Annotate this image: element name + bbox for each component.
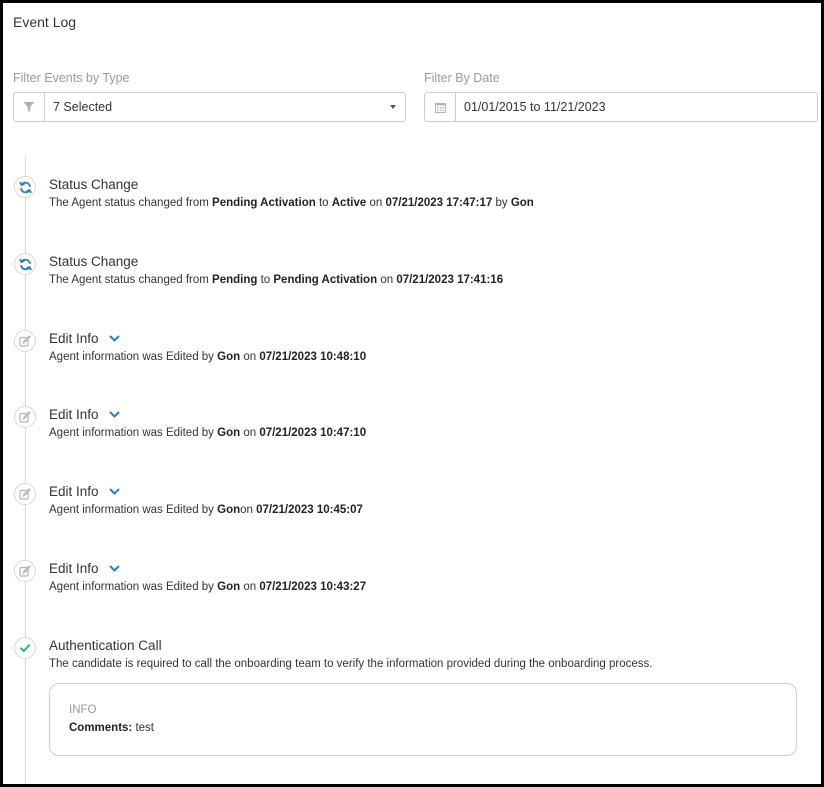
event-title[interactable]: Edit Info bbox=[49, 407, 120, 422]
sync-icon bbox=[14, 253, 36, 275]
type-filter-label: Filter Events by Type bbox=[13, 71, 130, 85]
event-description-part: 07/21/2023 10:48:10 bbox=[259, 351, 367, 363]
event-description: Agent information was Edited by Gonon 07… bbox=[49, 504, 363, 516]
event-description-part: 07/21/2023 10:43:27 bbox=[259, 581, 367, 593]
event-description: The Agent status changed from Pending to… bbox=[49, 274, 503, 286]
calendar-icon bbox=[425, 93, 456, 121]
event-description-part: Agent information was Edited by bbox=[49, 581, 218, 593]
event-title-text: Edit Info bbox=[49, 331, 99, 346]
event-description-part: Pending Activation bbox=[273, 274, 378, 286]
event-description-part: on bbox=[240, 351, 260, 363]
event-description-part: The Agent status changed from bbox=[49, 197, 213, 209]
event-title-text: Status Change bbox=[49, 254, 139, 269]
timeline-line bbox=[25, 156, 26, 784]
event-description-part: Agent information was Edited by bbox=[49, 351, 218, 363]
event-description-part: 07/21/2023 17:41:16 bbox=[396, 274, 504, 286]
event-description-part: on bbox=[366, 197, 386, 209]
info-comment: Comments: test bbox=[69, 722, 154, 734]
chevron-down-icon[interactable] bbox=[109, 411, 120, 419]
event-title-text: Edit Info bbox=[49, 407, 99, 422]
event-description-part: Gon bbox=[217, 581, 241, 593]
event-description-part: 07/21/2023 17:47:17 bbox=[385, 197, 493, 209]
edit-icon bbox=[14, 330, 36, 352]
event-description-part: 07/21/2023 10:45:07 bbox=[256, 504, 363, 516]
event-description-part: Gon bbox=[217, 427, 241, 439]
comment-value: test bbox=[132, 722, 154, 734]
event-description-part: Pending bbox=[212, 274, 258, 286]
event-title: Status Change bbox=[49, 254, 138, 269]
event-description: The Agent status changed from Pending Ac… bbox=[49, 197, 534, 209]
event-description-part: Agent information was Edited by bbox=[49, 427, 218, 439]
chevron-down-icon[interactable] bbox=[109, 565, 120, 573]
event-title-text: Edit Info bbox=[49, 484, 99, 499]
event-log-panel: Event Log Filter Events by Type 7 Select… bbox=[0, 0, 824, 787]
event-description-part: Active bbox=[331, 197, 367, 209]
event-title[interactable]: Edit Info bbox=[49, 331, 120, 346]
caret-down-icon bbox=[390, 105, 396, 109]
event-title-text: Edit Info bbox=[49, 561, 99, 576]
date-filter-label: Filter By Date bbox=[424, 71, 500, 85]
event-description-part: to bbox=[315, 197, 332, 209]
info-heading: INFO bbox=[69, 704, 97, 716]
filter-icon bbox=[14, 93, 45, 121]
edit-icon bbox=[14, 483, 36, 505]
type-filter-value: 7 Selected bbox=[53, 100, 113, 114]
event-description-part: Agent information was Edited by bbox=[49, 504, 218, 516]
event-description-part: Gon bbox=[510, 197, 534, 209]
event-description-part: 07/21/2023 10:47:10 bbox=[259, 427, 367, 439]
event-description-part: Gon bbox=[217, 504, 241, 516]
event-description-part: Pending Activation bbox=[212, 197, 316, 209]
event-description: The candidate is required to call the on… bbox=[49, 658, 652, 670]
event-description-part: by bbox=[492, 197, 511, 209]
event-description-part: to bbox=[257, 274, 274, 286]
event-description: Agent information was Edited by Gon on 0… bbox=[49, 427, 366, 439]
event-description-part: Gon bbox=[217, 351, 241, 363]
event-description-part: The Agent status changed from bbox=[49, 274, 213, 286]
event-description-part: on bbox=[240, 504, 257, 516]
sync-icon bbox=[14, 176, 36, 198]
check-icon bbox=[14, 637, 36, 659]
event-title-text: Authentication Call bbox=[49, 638, 162, 653]
event-title-text: Status Change bbox=[49, 177, 139, 192]
comment-label: Comments: bbox=[69, 722, 133, 734]
page-title: Event Log bbox=[13, 14, 77, 30]
event-title: Authentication Call bbox=[49, 638, 162, 653]
event-description-part: on bbox=[377, 274, 397, 286]
event-description: Agent information was Edited by Gon on 0… bbox=[49, 581, 366, 593]
event-description-part: The candidate is required to call the on… bbox=[49, 658, 653, 670]
event-description-part: on bbox=[240, 427, 260, 439]
type-filter-dropdown[interactable]: 7 Selected bbox=[13, 92, 406, 122]
edit-icon bbox=[14, 560, 36, 582]
event-description-part: on bbox=[240, 581, 260, 593]
event-description: Agent information was Edited by Gon on 0… bbox=[49, 351, 366, 363]
event-title[interactable]: Edit Info bbox=[49, 561, 120, 576]
info-card: INFO Comments: test bbox=[49, 683, 797, 756]
date-filter-value: 01/01/2015 to 11/21/2023 bbox=[464, 100, 606, 114]
chevron-down-icon[interactable] bbox=[109, 488, 120, 496]
event-title[interactable]: Edit Info bbox=[49, 484, 120, 499]
edit-icon bbox=[14, 406, 36, 428]
date-filter-input[interactable]: 01/01/2015 to 11/21/2023 bbox=[424, 92, 818, 122]
event-title: Status Change bbox=[49, 177, 138, 192]
chevron-down-icon[interactable] bbox=[109, 335, 120, 343]
